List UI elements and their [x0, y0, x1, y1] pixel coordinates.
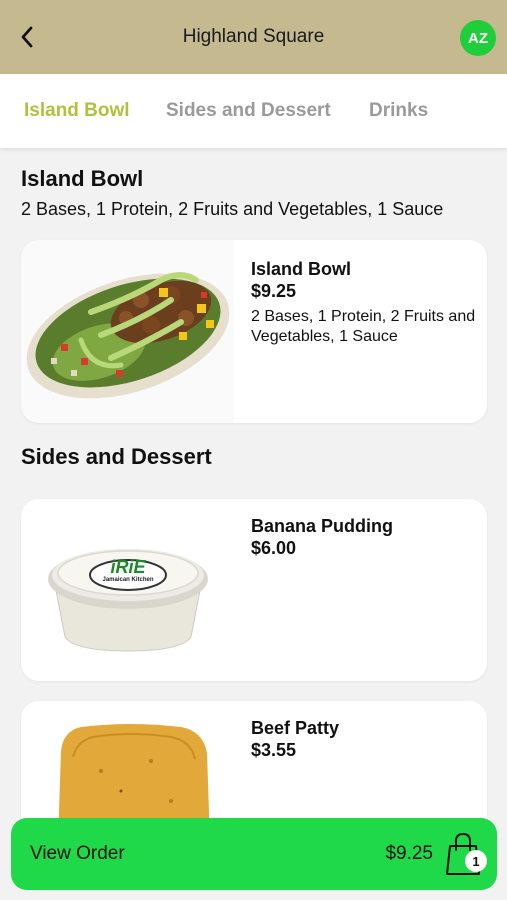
section-title-sides-and-dessert: Sides and Dessert [21, 444, 212, 469]
view-order-button[interactable]: View Order $9.25 1 [11, 818, 497, 890]
section-title-island-bowl: Island Bowl [21, 166, 144, 191]
tab-drinks[interactable]: Drinks [369, 100, 428, 122]
item-price: $9.25 [251, 281, 297, 301]
item-name: Banana Pudding [251, 516, 394, 536]
page-title: Highland Square [182, 26, 325, 47]
item-name: Island Bowl [251, 259, 352, 279]
island-bowl-image [21, 240, 234, 423]
section-subtitle: 2 Bases, 1 Protein, 2 Fruits and Vegetab… [21, 199, 444, 219]
cart-count-badge: 1 [465, 850, 487, 872]
app-header: Highland Square AZ [0, 0, 507, 74]
pudding-label-sub: Jamaican Kitchen [102, 577, 154, 583]
menu-item-banana-pudding[interactable]: iRiE Jamaican Kitchen Banana Pudding $6.… [21, 499, 487, 681]
banana-pudding-image: iRiE Jamaican Kitchen [21, 499, 234, 681]
item-price: $3.55 [251, 740, 297, 760]
category-tabs: Island Bowl Sides and Dessert Drinks [0, 74, 507, 148]
order-total: $9.25 [385, 843, 433, 864]
back-button[interactable] [14, 24, 40, 50]
avatar[interactable]: AZ [460, 20, 496, 56]
view-order-label: View Order [30, 843, 125, 864]
item-name: Beef Patty [251, 718, 340, 738]
menu-item-island-bowl[interactable]: Island Bowl $9.25 2 Bases, 1 Protein, 2 … [21, 240, 487, 423]
item-description: 2 Bases, 1 Protein, 2 Fruits and Vegetab… [251, 308, 476, 345]
chevron-left-icon [21, 26, 33, 48]
pudding-label-brand: iRiE [110, 557, 146, 577]
item-price: $6.00 [251, 538, 297, 558]
tab-island-bowl[interactable]: Island Bowl [24, 100, 130, 122]
tab-sides-and-dessert[interactable]: Sides and Dessert [166, 100, 331, 122]
